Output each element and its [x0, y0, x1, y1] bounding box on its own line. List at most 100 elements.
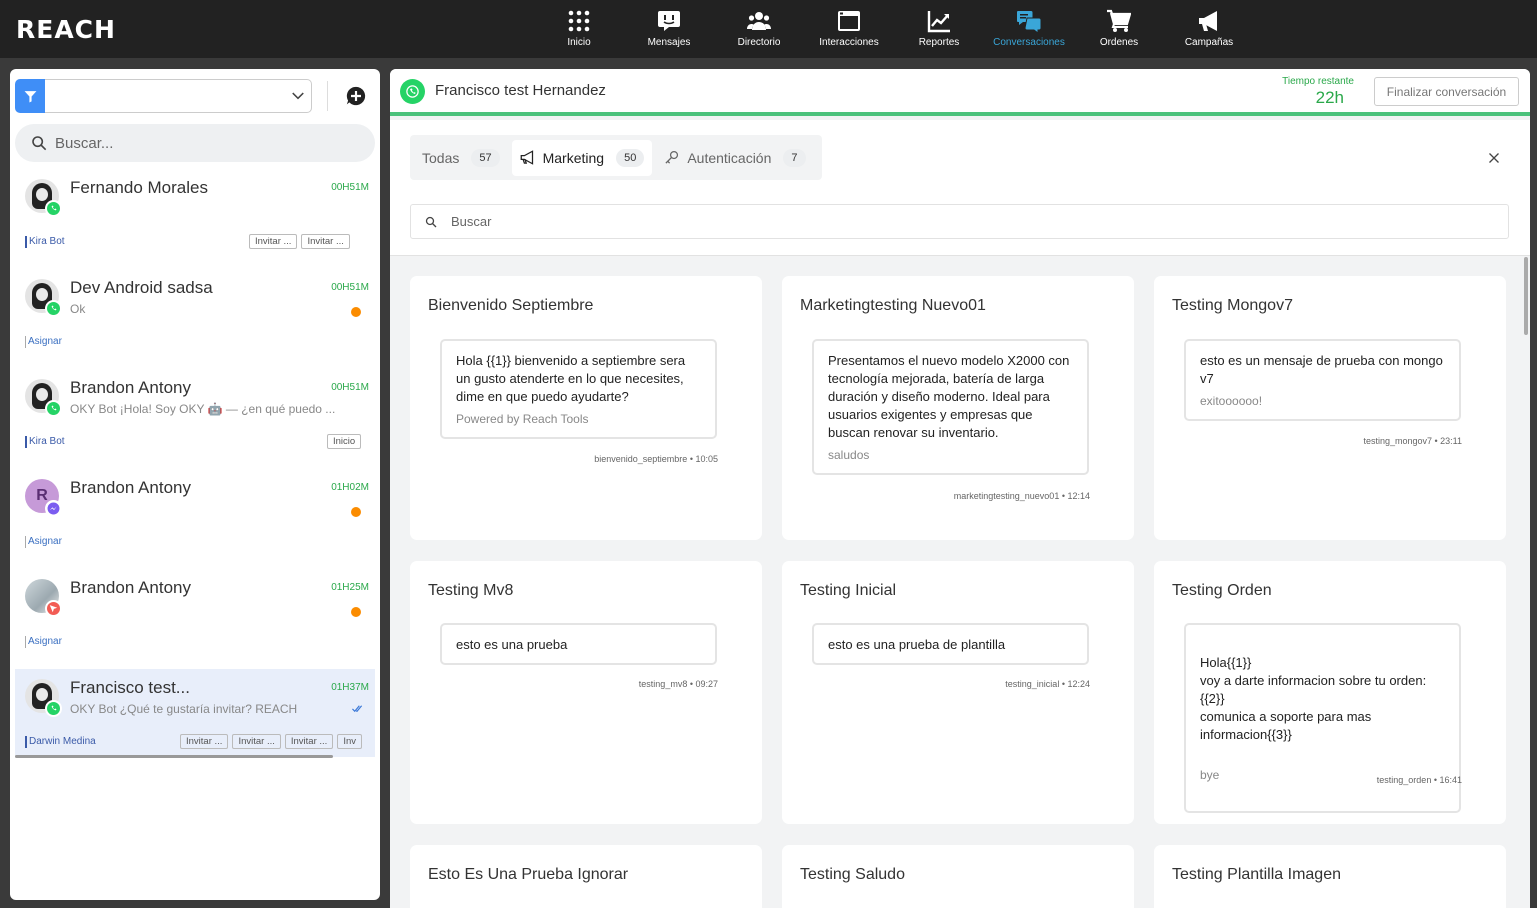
reach-logo[interactable]: REACH: [16, 15, 116, 44]
main-nav: Inicio Mensajes Directorio Interacciones…: [534, 0, 1254, 58]
nav-directorio[interactable]: Directorio: [714, 0, 804, 58]
template-body: esto es una prueba de plantilla: [828, 637, 1006, 652]
tab-count: 50: [616, 148, 645, 167]
template-title: Testing Mongov7: [1172, 297, 1293, 314]
template-body: Hola {{1}} bienvenido a septiembre sera …: [456, 353, 686, 404]
nav-inicio[interactable]: Inicio: [534, 0, 624, 58]
contact-name: Brandon Antony: [70, 478, 191, 497]
elapsed-time: 01H25M: [331, 582, 369, 593]
tag-list: Inicio: [327, 434, 362, 449]
template-preview: Hola {{1}} bienvenido a septiembre sera …: [440, 339, 717, 439]
template-card[interactable]: Testing Orden Hola{{1}} voy a darte info…: [1154, 561, 1506, 824]
megaphone-icon: [1199, 11, 1217, 31]
cart-icon: [1107, 9, 1131, 32]
contact-name: Fernando Morales: [70, 178, 208, 197]
whatsapp-icon: [45, 300, 62, 317]
close-icon[interactable]: [1488, 152, 1500, 164]
filter-button[interactable]: [15, 79, 45, 113]
time-remaining-label: Tiempo restante: [1282, 76, 1354, 87]
filter-row: [15, 79, 375, 115]
elapsed-time: 00H51M: [331, 282, 369, 293]
template-card[interactable]: Bienvenido Septiembre Hola {{1}} bienven…: [410, 276, 762, 540]
template-search: [410, 204, 1509, 239]
assign-link[interactable]: Asignar: [25, 636, 62, 648]
nav-interacciones[interactable]: Interacciones: [804, 0, 894, 58]
template-tabs: Todas 57 Marketing 50 Autenticación 7: [410, 135, 822, 180]
tag[interactable]: Invitar ...: [180, 734, 229, 749]
filter-icon: [24, 90, 36, 102]
nav-label: Campañas: [1184, 37, 1234, 48]
unread-dot: [351, 307, 361, 317]
template-meta: marketingtesting_nuevo01 • 12:14: [953, 491, 1090, 501]
agent-label[interactable]: Kira Bot: [25, 436, 65, 448]
template-card[interactable]: Esto Es Una Prueba Ignorar: [410, 845, 762, 908]
elapsed-time: 01H37M: [331, 682, 369, 693]
window-icon: [838, 11, 860, 31]
whatsapp-icon: [45, 700, 62, 717]
template-body: Presentamos el nuevo modelo X2000 con te…: [828, 353, 1070, 440]
contact-title: Francisco test Hernandez: [435, 82, 606, 99]
template-footer: Powered by Reach Tools: [456, 412, 589, 426]
horizontal-scrollbar[interactable]: [15, 755, 333, 758]
finish-conversation-button[interactable]: Finalizar conversación: [1374, 77, 1519, 106]
message-preview: Ok: [70, 302, 86, 316]
template-card[interactable]: Testing Plantilla Imagen: [1154, 845, 1506, 908]
tag[interactable]: Invitar ...: [301, 234, 350, 249]
conversation-item-selected[interactable]: Francisco test... 01H37M OKY Bot ¿Qué te…: [15, 669, 375, 757]
message-preview: OKY Bot ¡Hola! Soy OKY 🤖 — ¿en qué puedo…: [70, 402, 336, 416]
nav-ordenes[interactable]: Ordenes: [1074, 0, 1164, 58]
chevron-down-icon: [292, 92, 304, 100]
tag[interactable]: Invitar ...: [232, 734, 281, 749]
agent-label[interactable]: Kira Bot: [25, 236, 65, 248]
contact-name: Francisco test...: [70, 678, 190, 697]
template-card[interactable]: Testing Inicial esto es una prueba de pl…: [782, 561, 1134, 824]
tag[interactable]: Invitar ...: [249, 234, 298, 249]
agent-label[interactable]: Darwin Medina: [25, 736, 96, 748]
elapsed-time: 00H51M: [331, 382, 369, 393]
tag[interactable]: Inv: [337, 734, 362, 749]
whatsapp-icon: [45, 200, 62, 217]
nav-reportes[interactable]: Reportes: [894, 0, 984, 58]
template-picker-header: Todas 57 Marketing 50 Autenticación 7: [390, 120, 1530, 256]
conversation-item[interactable]: Dev Android sadsa 00H51M Ok Asignar: [15, 269, 375, 357]
nav-label: Directorio: [737, 37, 781, 48]
conversation-item[interactable]: Brandon Antony 00H51M OKY Bot ¡Hola! Soy…: [15, 369, 375, 457]
template-meta: bienvenido_septiembre • 10:05: [594, 454, 718, 464]
template-meta: testing_inicial • 12:24: [1005, 679, 1090, 689]
template-title: Testing Saludo: [800, 866, 905, 883]
assign-link[interactable]: Asignar: [25, 336, 62, 348]
tab-marketing[interactable]: Marketing 50: [511, 139, 653, 176]
template-meta: testing_mongov7 • 23:11: [1363, 436, 1462, 446]
template-card[interactable]: Testing Mongov7 esto es un mensaje de pr…: [1154, 276, 1506, 540]
whatsapp-icon: [400, 79, 425, 104]
users-icon: [747, 12, 771, 30]
tag[interactable]: Invitar ...: [284, 734, 334, 749]
template-card[interactable]: Testing Mv8 esto es una prueba testing_m…: [410, 561, 762, 824]
vertical-scrollbar[interactable]: [1524, 257, 1528, 335]
conversation-item[interactable]: Fernando Morales 00H51M Kira Bot Invitar…: [15, 169, 375, 257]
conversation-item[interactable]: Brandon Antony 01H25M Asignar: [15, 569, 375, 657]
tab-autenticacion[interactable]: Autenticación 7: [656, 140, 813, 176]
contact-name: Dev Android sadsa: [70, 278, 213, 297]
filter-select[interactable]: [45, 79, 312, 113]
messenger-icon: [45, 500, 62, 517]
time-remaining-value: 22h: [1315, 88, 1344, 107]
nav-label: Conversaciones: [993, 37, 1065, 48]
template-preview: esto es un mensaje de prueba con mongo v…: [1184, 339, 1461, 421]
new-chat-icon[interactable]: [346, 86, 366, 106]
tab-count: 7: [783, 148, 806, 167]
tab-label: Autenticación: [687, 149, 772, 166]
nav-conversaciones[interactable]: Conversaciones: [984, 0, 1074, 58]
tab-todas[interactable]: Todas 57: [414, 140, 508, 176]
template-card[interactable]: Testing Saludo: [782, 845, 1134, 908]
conversation-item[interactable]: R Brandon Antony 01H02M Asignar: [15, 469, 375, 557]
nav-campanas[interactable]: Campañas: [1164, 0, 1254, 58]
nav-mensajes[interactable]: Mensajes: [624, 0, 714, 58]
template-search-input[interactable]: [451, 214, 1051, 229]
template-card[interactable]: Marketingtesting Nuevo01 Presentamos el …: [782, 276, 1134, 540]
assign-link[interactable]: Asignar: [25, 536, 62, 548]
conversations-icon: [1017, 11, 1041, 33]
search-input[interactable]: [55, 134, 355, 152]
template-meta: testing_orden • 16:41: [1376, 775, 1462, 785]
tag[interactable]: Inicio: [327, 434, 362, 449]
